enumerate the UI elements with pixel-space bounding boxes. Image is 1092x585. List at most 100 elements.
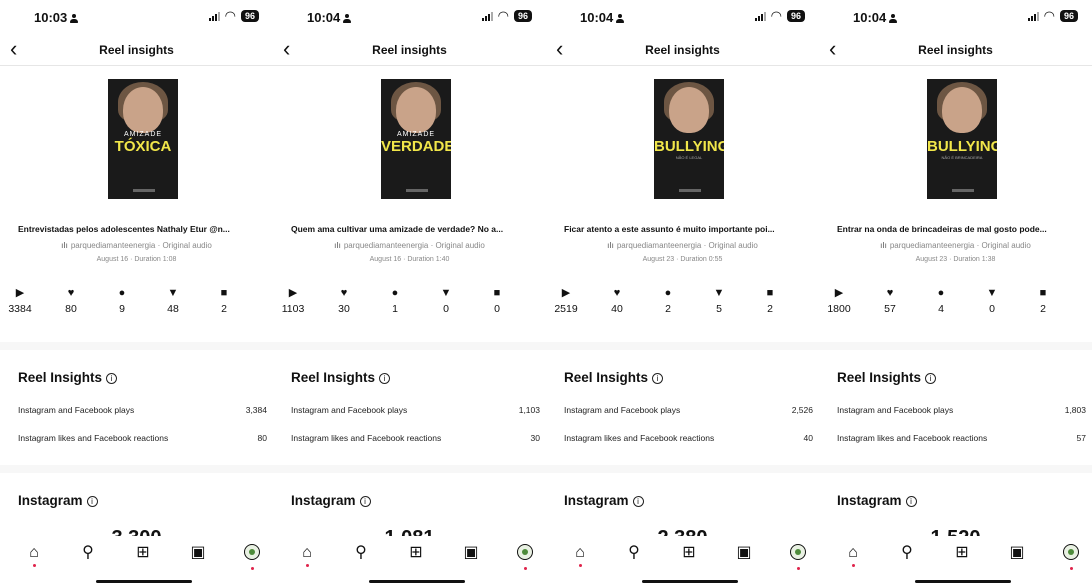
tab-home[interactable]: ⌂ [295,544,319,567]
reel-meta: August 23 · Duration 0:55 [642,256,723,263]
reel-thumbnail[interactable]: AMIZADE VERDADEIRA [381,79,451,199]
page-title: Reel insights [372,43,447,57]
section-divider [0,342,273,350]
tab-create[interactable]: ⊞ [404,544,428,562]
bottom-tab-bar: ⌂ ⚲ ⊞ ▣ [0,536,273,585]
audio-line[interactable]: ıIı parquediamanteenergia · Original audi… [0,241,273,250]
profile-avatar-icon [790,544,806,560]
audio-label: parquediamanteenergia · Original audio [889,241,1031,250]
insight-row-likes: Instagram likes and Facebook reactions 57 [837,433,1086,443]
play-icon: ▶ [288,287,298,299]
send-icon: ▼ [986,287,998,299]
status-bar: 10:04 ◠ 96 [273,0,546,36]
bottom-tab-bar: ⌂ ⚲ ⊞ ▣ [819,536,1092,585]
tab-profile[interactable] [1059,544,1083,570]
search-icon: ⚲ [82,544,94,561]
notification-dot [523,567,527,570]
battery-icon: 96 [1059,10,1078,22]
tab-create[interactable]: ⊞ [131,544,155,562]
info-icon[interactable]: i [379,373,391,384]
play-icon: ▶ [834,287,844,299]
info-icon[interactable]: i [925,373,937,384]
section-divider [546,342,819,350]
reel-thumbnail[interactable]: BULLYING NÃO É BRINCADEIRA [927,79,997,199]
page-title: Reel insights [645,43,720,57]
tab-home[interactable]: ⌂ [568,544,592,567]
reels-icon: ▣ [1009,544,1025,561]
stat-plays: ▶ 3384 [0,286,40,315]
screens-row: 10:03 ◠ 96 ‹ Reel insights AMIZADE TÓXIC… [0,0,1092,585]
tab-profile[interactable] [240,544,264,570]
reel-caption[interactable]: Entrar na onda de brincadeiras de mal go… [837,224,1092,234]
reel-meta: August 16 · Duration 1:40 [369,256,450,263]
stat-saves: ■ 2 [1023,286,1063,315]
person-icon [343,14,352,23]
profile-avatar-icon [517,544,533,560]
notification-dot [851,564,855,567]
reel-caption[interactable]: Ficar atento a este assunto é muito impo… [564,224,819,234]
reel-caption[interactable]: Entrevistadas pelos adolescentes Nathaly… [18,224,273,234]
tab-create[interactable]: ⊞ [950,544,974,562]
info-icon[interactable]: i [86,496,98,507]
audio-line[interactable]: ıIı parquediamanteenergia · Original audi… [546,241,819,250]
tab-reels[interactable]: ▣ [459,544,483,562]
notification-dot [250,567,254,570]
tab-create[interactable]: ⊞ [677,544,701,562]
heart-icon: ♥ [613,287,621,299]
reel-stats: ▶ 2519 ♥ 40 ● 2 ▼ 5 ■ 2 [546,286,819,318]
bookmark-icon: ■ [1039,287,1047,299]
thumbnail-text-main: BULLYING [654,138,724,155]
stat-shares: ▼ 0 [426,286,466,315]
tab-home[interactable]: ⌂ [22,544,46,567]
tab-search[interactable]: ⚲ [622,544,646,562]
person-icon [616,14,625,23]
info-icon[interactable]: i [359,496,371,507]
thumbnail-text-main: VERDADEIRA [381,138,451,155]
wifi-icon: ◠ [770,8,782,23]
stat-comments: ● 9 [102,286,142,315]
info-icon[interactable]: i [905,496,917,507]
audio-line[interactable]: ıIı parquediamanteenergia · Original audi… [819,241,1092,250]
tab-profile[interactable] [786,544,810,570]
stat-saves: ■ 2 [750,286,790,315]
info-icon[interactable]: i [652,373,664,384]
search-icon: ⚲ [901,544,913,561]
stat-likes: ♥ 40 [597,286,637,315]
audio-icon: ıIı [61,241,68,250]
tab-home[interactable]: ⌂ [841,544,865,567]
status-time: 10:04 [580,10,614,25]
bottom-tab-bar: ⌂ ⚲ ⊞ ▣ [546,536,819,585]
tab-reels[interactable]: ▣ [732,544,756,562]
section-divider [0,465,273,473]
status-bar: 10:04 ◠ 96 [819,0,1092,36]
stat-plays: ▶ 2519 [546,286,586,315]
tab-reels[interactable]: ▣ [186,544,210,562]
info-icon[interactable]: i [106,373,118,384]
thumbnail-text-top: AMIZADE [396,131,436,138]
tab-search[interactable]: ⚲ [76,544,100,562]
bookmark-icon: ■ [220,287,228,299]
notification-dot [305,564,309,567]
plus-square-icon: ⊞ [682,544,696,561]
insight-row-plays: Instagram and Facebook plays 2,526 [564,405,813,415]
reel-caption[interactable]: Quem ama cultivar uma amizade de verdade… [291,224,546,234]
info-icon[interactable]: i [632,496,644,507]
thumbnail-text-main: BULLYING [927,138,997,155]
tab-search[interactable]: ⚲ [895,544,919,562]
tab-reels[interactable]: ▣ [1005,544,1029,562]
heart-icon: ♥ [340,287,348,299]
tab-search[interactable]: ⚲ [349,544,373,562]
battery-icon: 96 [786,10,805,22]
status-bar: 10:04 ◠ 96 [546,0,819,36]
reel-thumbnail[interactable]: BULLYING NÃO É LEGAL [654,79,724,199]
notification-dot [32,564,36,567]
stat-likes: ♥ 57 [870,286,910,315]
tab-profile[interactable] [513,544,537,570]
reel-thumbnail[interactable]: AMIZADE TÓXICA [108,79,178,199]
audio-line[interactable]: ıIı parquediamanteenergia · Original audi… [273,241,546,250]
home-indicator [96,580,192,583]
comment-icon: ● [118,287,126,299]
page-title: Reel insights [99,43,174,57]
stat-plays: ▶ 1800 [819,286,859,315]
instagram-section-title: Instagram i [18,493,98,508]
